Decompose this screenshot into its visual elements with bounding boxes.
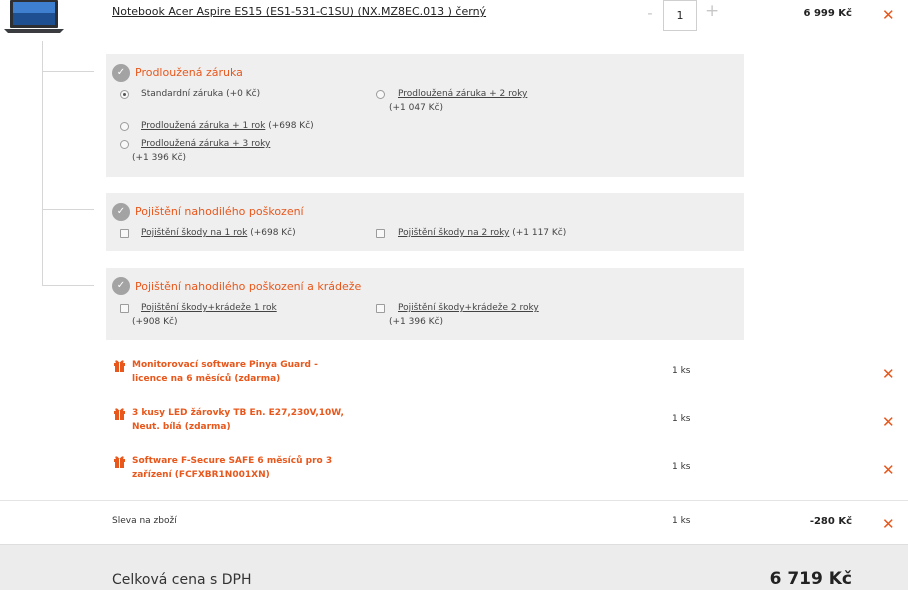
close-icon: ✕ [882,365,895,383]
theft-option-1-year[interactable]: Pojištění škody+krádeže 1 rok [141,302,277,314]
warranty-option-price: (+0 Kč) [226,89,261,99]
quantity-decrease-button[interactable]: - [644,4,656,22]
warranty-option-price: (+698 Kč) [268,121,314,131]
remove-product-button[interactable]: ✕ [882,8,895,23]
theft-option-price: (+1 396 Kč) [389,317,444,327]
close-icon: ✕ [882,413,895,431]
discount-price: -280 Kč [809,516,852,527]
shield-check-icon: ✓ [112,203,130,221]
discount-label: Sleva na zboží [112,516,177,526]
warranty-option-label[interactable]: Prodloužená záruka + 2 roky [398,89,527,99]
warranty-radio-2-years[interactable] [376,90,385,99]
warranty-radio-standard[interactable] [120,90,129,99]
total-label: Celková cena s DPH [112,572,252,588]
remove-discount-button[interactable]: ✕ [882,517,895,532]
warranty-option-label[interactable]: Prodloužená záruka + 3 roky [141,139,270,149]
theft-option-label[interactable]: Pojištění škody+krádeže 1 rok [141,303,277,313]
product-price: 6 999 Kč [803,8,852,19]
shield-check-icon: ✓ [112,277,130,295]
warranty-title: Prodloužená záruka [135,66,243,79]
theft-option-label[interactable]: Pojištění škody+krádeže 2 roky [398,303,539,313]
warranty-radio-3-years[interactable] [120,140,129,149]
remove-gift-button[interactable]: ✕ [882,367,895,382]
tree-line-theft [42,285,94,286]
gift-item-name: 3 kusy LED žárovky TB En. E27,230V,10W, … [132,408,344,432]
theft-insurance-panel: ✓ Pojištění nahodilého poškození a kráde… [106,268,744,340]
damage-option-1-year[interactable]: Pojištění škody na 1 rok (+698 Kč) [141,227,296,239]
quantity-input[interactable]: 1 [663,0,697,31]
remove-gift-button[interactable]: ✕ [882,415,895,430]
warranty-option-price: (+1 396 Kč) [132,153,187,163]
gift-icon [113,453,126,468]
warranty-option-1-year[interactable]: Prodloužená záruka + 1 rok (+698 Kč) [141,120,314,132]
warranty-option-2-years[interactable]: Prodloužená záruka + 2 roky [398,88,527,100]
divider [0,500,908,501]
damage-1-year-checkbox[interactable] [120,229,129,238]
damage-option-price: (+698 Kč) [250,228,296,238]
theft-1-year-checkbox[interactable] [120,304,129,313]
tree-line-vertical [42,41,43,286]
tree-line-warranty [42,71,94,72]
gift-icon [113,405,126,420]
theft-option-price: (+908 Kč) [132,317,178,327]
gift-item-quantity: 1 ks [672,366,691,376]
close-icon: ✕ [882,461,895,479]
gift-icon [113,357,126,372]
shield-check-icon: ✓ [112,64,130,82]
gift-item-name: Monitorovací software Pinya Guard - lice… [132,360,318,384]
damage-option-price: (+1 117 Kč) [512,228,567,238]
gift-item-name: Software F-Secure SAFE 6 měsíců pro 3 za… [132,456,333,480]
damage-option-label[interactable]: Pojištění škody na 2 roky [398,228,509,238]
close-icon: ✕ [882,6,895,24]
warranty-panel: ✓ Prodloužená záruka Standardní záruka (… [106,54,744,177]
quantity-increase-button[interactable]: + [705,1,719,21]
damage-option-2-years[interactable]: Pojištění škody na 2 roky (+1 117 Kč) [398,227,566,239]
tree-line-damage [42,209,94,210]
warranty-option-price: (+1 047 Kč) [389,103,444,113]
theft-insurance-title: Pojištění nahodilého poškození a krádeže [135,280,362,293]
discount-quantity: 1 ks [672,516,691,526]
product-name-link[interactable]: Notebook Acer Aspire ES15 (ES1-531-C1SU)… [112,5,486,18]
close-icon: ✕ [882,515,895,533]
warranty-option-label: Standardní záruka [141,89,224,99]
theft-2-years-checkbox[interactable] [376,304,385,313]
warranty-option-3-years[interactable]: Prodloužená záruka + 3 roky [141,138,270,150]
damage-insurance-panel: ✓ Pojištění nahodilého poškození Pojiště… [106,193,744,251]
gift-item-quantity: 1 ks [672,414,691,424]
damage-2-years-checkbox[interactable] [376,229,385,238]
gift-item-quantity: 1 ks [672,462,691,472]
warranty-radio-1-year[interactable] [120,122,129,131]
warranty-option-label[interactable]: Prodloužená záruka + 1 rok [141,121,265,131]
damage-option-label[interactable]: Pojištění škody na 1 rok [141,228,247,238]
theft-option-2-years[interactable]: Pojištění škody+krádeže 2 roky [398,302,539,314]
product-thumbnail[interactable] [2,0,66,34]
warranty-option-standard[interactable]: Standardní záruka (+0 Kč) [141,88,260,100]
total-price: 6 719 Kč [769,569,852,589]
remove-gift-button[interactable]: ✕ [882,463,895,478]
damage-insurance-title: Pojištění nahodilého poškození [135,205,304,218]
